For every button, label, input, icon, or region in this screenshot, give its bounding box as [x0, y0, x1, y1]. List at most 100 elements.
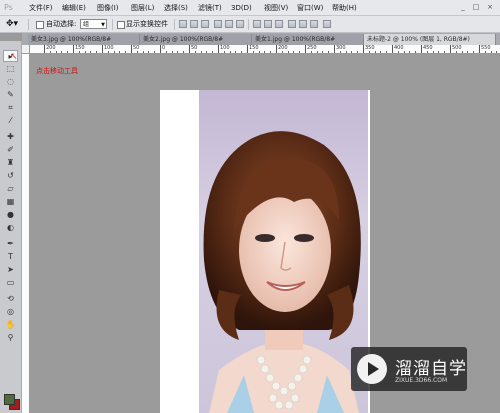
auto-select-value: 组 — [83, 21, 90, 28]
ruler-minor-tick — [461, 51, 463, 53]
menu-3d[interactable]: 3D(D) — [231, 3, 252, 13]
menu-filter[interactable]: 滤镜(T) — [198, 3, 222, 13]
distribute-bottom-icon[interactable] — [275, 20, 283, 28]
zoom-tool-icon[interactable]: ⚲ — [3, 332, 18, 344]
shape-tool-icon[interactable]: ▭ — [3, 277, 18, 289]
minimize-button[interactable]: _ — [458, 3, 468, 12]
ruler-major-tick — [305, 45, 306, 53]
history-brush-tool-icon[interactable]: ↺ — [3, 170, 18, 182]
dodge-tool-icon[interactable]: ◐ — [3, 222, 18, 234]
tab-document-2[interactable]: 美女2.jpg @ 100%(RGB/8# — [140, 34, 252, 45]
ruler-minor-tick — [49, 51, 51, 53]
menu-file[interactable]: 文件(F) — [29, 3, 53, 13]
align-bottom-icon[interactable] — [201, 20, 209, 28]
ruler-minor-tick — [490, 51, 492, 53]
ruler-minor-tick — [310, 51, 312, 53]
ruler-minor-tick — [229, 51, 231, 53]
menu-help[interactable]: 帮助(H) — [332, 3, 357, 13]
ruler-minor-tick — [183, 51, 185, 53]
watermark-title: 溜溜自学 — [395, 359, 467, 379]
gradient-tool-icon[interactable]: ▦ — [3, 196, 18, 208]
ruler-minor-tick — [432, 51, 434, 53]
3d-rotate-tool-icon[interactable]: ⟲ — [3, 293, 18, 305]
tab-document-1[interactable]: 美女3.jpg @ 100%(RGB/8# — [28, 34, 140, 45]
ruler-minor-tick — [438, 51, 440, 53]
type-tool-icon[interactable]: T — [3, 251, 18, 263]
crop-tool-icon[interactable]: ⌗ — [3, 102, 18, 114]
ruler-minor-tick — [61, 51, 63, 53]
distribute-hcenter-icon[interactable] — [299, 20, 307, 28]
horizontal-ruler[interactable]: 200 150 100 50 0 50 100 150 200 250 300 350 400 450 50… — [30, 45, 500, 54]
close-button[interactable]: × — [485, 3, 495, 12]
ruler-minor-tick — [125, 51, 127, 53]
menu-layer[interactable]: 图层(L) — [131, 3, 154, 13]
ruler-minor-tick — [136, 51, 138, 53]
chevron-down-icon: ▼ — [101, 22, 105, 28]
eyedropper-tool-icon[interactable]: ⁄ — [3, 115, 18, 127]
ruler-minor-tick — [484, 51, 486, 53]
divider — [28, 19, 29, 30]
align-hcenter-icon[interactable] — [225, 20, 233, 28]
distribute-left-icon[interactable] — [288, 20, 296, 28]
vertical-ruler[interactable] — [22, 54, 30, 413]
align-top-icon[interactable] — [179, 20, 187, 28]
pen-tool-icon[interactable]: ✒ — [3, 238, 18, 250]
menu-window[interactable]: 窗口(W) — [297, 3, 323, 13]
portrait-illustration — [203, 131, 361, 413]
auto-select-checkbox[interactable] — [36, 21, 44, 29]
align-left-icon[interactable] — [214, 20, 222, 28]
ruler-minor-tick — [84, 51, 86, 53]
maximize-button[interactable]: □ — [471, 3, 481, 12]
toolbox: ▸ ⬚ ◌ ✎ ⌗ ⁄ ✚ ✐ ♜ ↺ ▱ ▦ ● ◐ ✒ T ➤ ▭ ⟲ ◎ … — [0, 41, 22, 413]
menu-select[interactable]: 选择(S) — [164, 3, 188, 13]
ruler-minor-tick — [113, 51, 115, 53]
ruler-minor-tick — [374, 51, 376, 53]
move-tool-preset-icon[interactable]: ✥▾ — [6, 19, 18, 29]
ruler-minor-tick — [322, 51, 324, 53]
ruler-minor-tick — [316, 51, 318, 53]
ruler-minor-tick — [78, 51, 80, 53]
brush-tool-icon[interactable]: ✐ — [3, 144, 18, 156]
align-vcenter-icon[interactable] — [190, 20, 198, 28]
ruler-minor-tick — [409, 51, 411, 53]
lasso-tool-icon[interactable]: ◌ — [3, 76, 18, 88]
healing-brush-tool-icon[interactable]: ✚ — [3, 131, 18, 143]
ruler-corner[interactable] — [22, 45, 30, 54]
auto-align-icon[interactable] — [323, 20, 331, 28]
ruler-minor-tick — [55, 51, 57, 53]
distribute-vcenter-icon[interactable] — [264, 20, 272, 28]
quick-select-tool-icon[interactable]: ✎ — [3, 89, 18, 101]
menu-edit[interactable]: 编辑(E) — [62, 3, 86, 13]
document-tab-bar: 美女3.jpg @ 100%(RGB/8# 美女2.jpg @ 100%(RGB… — [22, 33, 500, 45]
document-canvas[interactable] — [160, 90, 370, 413]
ruler-major-tick — [363, 45, 364, 53]
ruler-minor-tick — [212, 51, 214, 53]
annotation-arrow-icon: ↖ — [10, 52, 18, 62]
ruler-major-tick — [247, 45, 248, 53]
menu-image[interactable]: 图像(I) — [97, 3, 119, 13]
divider — [174, 19, 175, 30]
hand-tool-icon[interactable]: ✋ — [3, 319, 18, 331]
ruler-minor-tick — [415, 51, 417, 53]
foreground-color-swatch[interactable] — [4, 394, 15, 405]
marquee-tool-icon[interactable]: ⬚ — [3, 63, 18, 75]
ruler-minor-tick — [467, 51, 469, 53]
menu-view[interactable]: 视图(V) — [264, 3, 288, 13]
eraser-tool-icon[interactable]: ▱ — [3, 183, 18, 195]
align-right-icon[interactable] — [236, 20, 244, 28]
3d-orbit-tool-icon[interactable]: ◎ — [3, 306, 18, 318]
ruler-minor-tick — [148, 51, 150, 53]
ruler-minor-tick — [426, 51, 428, 53]
distribute-right-icon[interactable] — [310, 20, 318, 28]
options-bar: ✥▾ 自动选择: 组 ▼ 显示变换控件 — [0, 16, 500, 33]
blur-tool-icon[interactable]: ● — [3, 209, 18, 221]
clone-stamp-tool-icon[interactable]: ♜ — [3, 157, 18, 169]
ruler-minor-tick — [252, 51, 254, 53]
distribute-top-icon[interactable] — [253, 20, 261, 28]
path-select-tool-icon[interactable]: ➤ — [3, 264, 18, 276]
tab-document-active[interactable]: 未标题-2 @ 100% (图层 1, RGB/8#) — [364, 34, 496, 45]
tab-document-3[interactable]: 美女1.jpg @ 100%(RGB/8# — [252, 34, 364, 45]
ruler-minor-tick — [119, 51, 121, 53]
show-transform-checkbox[interactable] — [117, 21, 125, 29]
auto-select-dropdown[interactable]: 组 ▼ — [80, 19, 107, 29]
